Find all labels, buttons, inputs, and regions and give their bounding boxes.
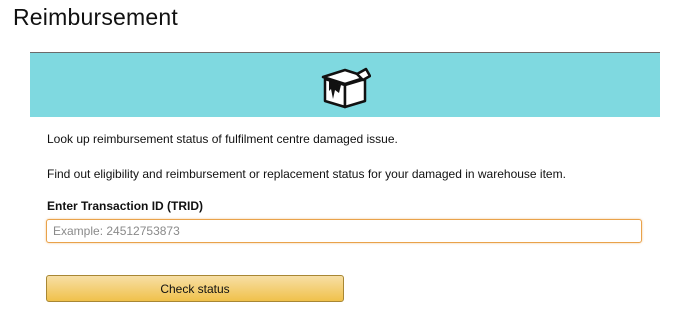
banner <box>30 52 660 117</box>
page-title: Reimbursement <box>13 4 178 30</box>
damaged-box-icon <box>321 67 371 109</box>
trid-label: Enter Transaction ID (TRID) <box>47 199 204 213</box>
check-status-button[interactable]: Check status <box>46 275 344 302</box>
reimbursement-card: Look up reimbursement status of fulfilme… <box>30 52 660 302</box>
description-line-1: Look up reimbursement status of fulfilme… <box>47 132 398 146</box>
description-line-2: Find out eligibility and reimbursement o… <box>47 167 566 181</box>
trid-input[interactable] <box>46 219 642 243</box>
